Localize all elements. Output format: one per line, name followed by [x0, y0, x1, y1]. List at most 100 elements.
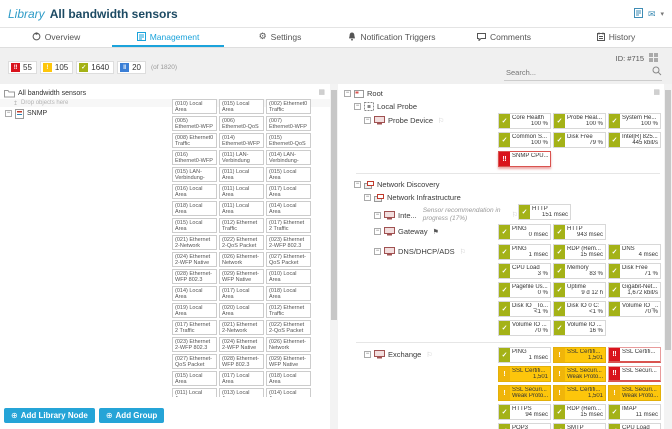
search-icon[interactable] [652, 66, 662, 78]
sensor-box[interactable]: ! SSL Securi... Weak Proto... [608, 385, 661, 402]
expander-icon[interactable]: − [344, 90, 351, 97]
sensor-box[interactable]: ✓ HTTP 151 msec [518, 204, 572, 220]
sensor-box[interactable]: ‼ SNMP CPU... [498, 151, 551, 167]
tree-node-local-probe[interactable]: − Local Probe [342, 100, 664, 113]
tab-management[interactable]: Management [112, 28, 224, 47]
expander-icon[interactable]: − [354, 103, 361, 110]
tab-history[interactable]: History [560, 28, 672, 47]
add-group-button[interactable]: ⊕ Add Group [98, 408, 165, 423]
library-sensor-item[interactable]: (005) Ethernet0-WFP Native [172, 116, 217, 131]
library-sensor-item[interactable]: (027) Ethernet-QoS Packet [172, 354, 217, 369]
library-sensor-item[interactable]: (017) Local Area [219, 371, 264, 386]
library-sensor-item[interactable]: (018) Local Area [266, 286, 311, 301]
library-sensor-item[interactable]: (029) Ethernet-WFP Native [266, 354, 311, 369]
library-sensor-item[interactable]: (017) Ethernet 2 Traffic [266, 218, 311, 233]
sensor-box[interactable]: ✓ Disk IO _To... <1 % [498, 301, 551, 318]
sensor-box[interactable]: ✓ Core Health 100 % [498, 113, 551, 129]
sensor-box[interactable]: ✓ Probe Heal... 100 % [553, 113, 606, 129]
library-sensor-item[interactable]: (022) Ethernet 2-QoS Packet [219, 235, 264, 250]
library-sensor-item[interactable]: (021) Ethernet 2-Network [219, 320, 264, 335]
device-row-exchange[interactable]: − Exchange ⚐ [342, 347, 498, 359]
panel-options-icon[interactable]: ▦ [653, 88, 660, 96]
library-sensor-item[interactable]: (012) Ethernet Traffic [219, 218, 264, 233]
expander-icon[interactable]: − [354, 181, 361, 188]
library-sensor-item[interactable]: (014) Local Area [266, 388, 311, 397]
sensor-box[interactable]: ! SSL Certifi... 1,501 [553, 347, 606, 364]
sensor-box[interactable]: ! SSL Securi... Weak Proto... [498, 385, 551, 402]
tab-settings[interactable]: ⚙ Settings [224, 28, 336, 47]
right-scrollbar-thumb[interactable] [665, 90, 671, 350]
library-sensor-item[interactable]: (011) Local Area [219, 201, 264, 216]
library-sensor-item[interactable]: (019) Local Area [172, 303, 217, 318]
count-up[interactable]: ✓ 1640 [76, 61, 115, 74]
library-sensor-item[interactable]: (018) Local Area [172, 201, 217, 216]
sensor-box[interactable]: ✓ Common S... 100 % [498, 132, 551, 148]
library-sensor-item[interactable]: (015) Local Area [172, 371, 217, 386]
tab-comments[interactable]: Comments [448, 28, 560, 47]
add-library-node-button[interactable]: ⊕ Add Library Node [4, 408, 95, 423]
expander-icon[interactable]: − [374, 248, 381, 256]
library-sensor-item[interactable]: (016) Local Area [172, 184, 217, 199]
library-sensor-item[interactable]: (028) Ethernet-WFP 802.3 [172, 269, 217, 284]
qr-grid-icon[interactable] [649, 53, 658, 64]
library-sensor-item[interactable]: (015) Local Area [219, 99, 264, 114]
library-sensor-item[interactable]: (017) Local Area [266, 184, 311, 199]
library-sensor-item[interactable]: (017) Local Area [219, 286, 264, 301]
sensor-box[interactable]: ! SSL Certifi... 1,501 [553, 385, 606, 402]
library-sensor-item[interactable]: (024) Ethernet 2-WFP Native [172, 252, 217, 267]
library-sensor-item[interactable]: (010) Local Area [266, 269, 311, 284]
library-sensor-item[interactable]: (011) Local Area [172, 388, 217, 397]
library-sensor-item[interactable]: (002) Ethernet0 Traffic [266, 99, 311, 114]
library-sensor-item[interactable]: (014) Local Area [172, 286, 217, 301]
sensor-box[interactable]: ✓ Uptime 9 d 12 h [553, 282, 606, 299]
library-sensor-item[interactable]: (014) LAN-Verbindung-QoS [266, 150, 311, 165]
sensor-box[interactable]: ✓ Volume IO ... 70 % [498, 320, 551, 337]
library-sensor-item[interactable]: (015) Local Area [172, 218, 217, 233]
expander-icon[interactable]: − [364, 351, 371, 359]
sensor-box[interactable]: ✓ Memory 83 % [553, 263, 606, 280]
email-icon[interactable]: ✉ [648, 9, 656, 19]
left-scrollbar[interactable] [330, 84, 338, 429]
library-sensor-item[interactable]: (022) Ethernet 2-QoS Packet [266, 320, 311, 335]
library-sensor-item[interactable]: (015) Local Area [266, 167, 311, 182]
sensor-box[interactable]: ✓ Disk Free 79 % [553, 132, 606, 148]
expander-icon[interactable]: − [374, 211, 381, 219]
library-sensor-item[interactable]: (029) Ethernet-WFP Native [219, 269, 264, 284]
sensor-box[interactable]: ✓ DNS 4 msec [608, 244, 661, 261]
left-scrollbar-thumb[interactable] [331, 90, 337, 320]
library-sensor-item[interactable]: (010) Local Area [172, 99, 217, 114]
expander-icon[interactable]: − [364, 117, 371, 124]
search-input[interactable] [504, 66, 648, 78]
sensor-box[interactable]: ✓ IMAP 11 msec [608, 404, 661, 421]
tree-node-root[interactable]: − Root [342, 87, 664, 100]
library-sensor-item[interactable]: (014) Ethernet0-WFP Native [219, 133, 264, 148]
sensor-box[interactable]: ✓SMTP [553, 423, 606, 429]
expander-icon[interactable]: − [364, 194, 371, 201]
sensor-box[interactable]: ✓ PING 0 msec [498, 224, 551, 241]
device-row-gateway[interactable]: − Gateway ⚑ [342, 224, 498, 236]
library-sensor-item[interactable]: (026) Ethernet-Network [219, 252, 264, 267]
tab-notification-triggers[interactable]: Notification Triggers [336, 28, 448, 47]
right-scrollbar[interactable] [664, 84, 672, 429]
count-warning[interactable]: ! 105 [39, 61, 74, 74]
sensor-box[interactable]: ✓POP3 [498, 423, 551, 429]
library-sensor-item[interactable]: (023) Ethernet 2-WFP 802.3 [266, 235, 311, 250]
sensor-box[interactable]: ‼ SSL Certifi... [608, 347, 661, 364]
sensor-box[interactable]: ✓ PING 1 msec [498, 347, 551, 364]
library-sensor-item[interactable]: (017) Ethernet 2 Traffic [172, 320, 217, 335]
sensor-box[interactable]: ✓ Volume IO _... 70 % [608, 301, 661, 318]
sensor-box[interactable]: ‼ SSL Securi... [608, 366, 661, 383]
expander-icon[interactable]: − [5, 110, 12, 117]
sensor-box[interactable]: ✓ Volume IO ... 16 % [553, 320, 606, 337]
library-sensor-item[interactable]: (008) Ethernet0 Traffic [172, 133, 217, 148]
sensor-box[interactable]: ✓ Disk IO 0 C: <1 % [553, 301, 606, 318]
library-sensor-item[interactable]: (023) Ethernet 2-WFP 802.3 [172, 337, 217, 352]
library-sensor-item[interactable]: (006) Ethernet0-QoS Packet [219, 116, 264, 131]
sensor-box[interactable]: ✓ Intel[R] 825... 445 kbit/s [608, 132, 661, 148]
sensor-box[interactable]: ✓ HTTPS 94 msec [498, 404, 551, 421]
sensor-box[interactable]: ✓ Disk Free 71 % [608, 263, 661, 280]
library-sensor-item[interactable]: (012) Ethernet Traffic [266, 303, 311, 318]
library-sensor-item[interactable]: (011) LAN-Verbindung [219, 150, 264, 165]
panel-options-icon[interactable]: ▦ [318, 88, 325, 96]
sensor-box[interactable]: ✓ RDP (Rem... 15 msec [553, 404, 606, 421]
